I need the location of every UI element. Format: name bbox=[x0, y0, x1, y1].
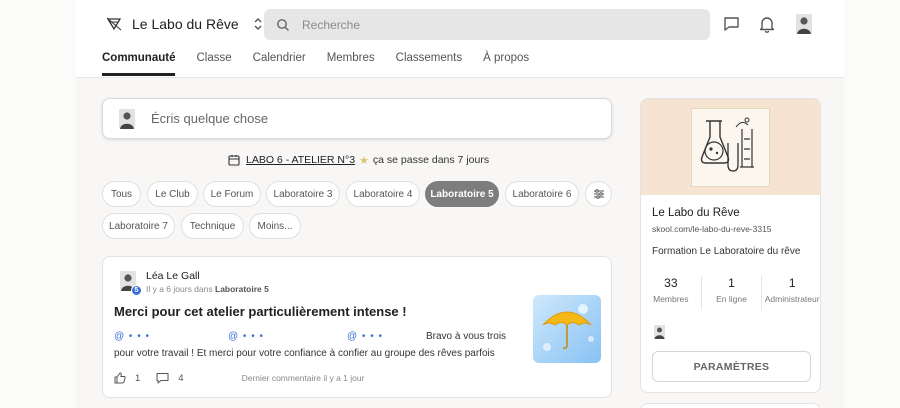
sidebar-community-url[interactable]: skool.com/le-labo-du-reve-3315 bbox=[652, 224, 772, 234]
sidebar-community-name: Le Labo du Rêve bbox=[652, 207, 740, 219]
stat-admins[interactable]: 1 Administrateur bbox=[762, 276, 820, 310]
post-meta-category[interactable]: Laboratoire 5 bbox=[215, 284, 269, 294]
stat-online-value: 1 bbox=[728, 276, 735, 290]
tab-membres[interactable]: Membres bbox=[327, 44, 375, 78]
mention-2[interactable]: @ • • • bbox=[228, 328, 264, 345]
composer-avatar bbox=[119, 108, 135, 129]
user-avatar[interactable] bbox=[796, 14, 812, 34]
top-header: Le Labo du Rêve Communauté Classe bbox=[76, 0, 844, 78]
search-input[interactable] bbox=[302, 17, 682, 32]
community-logo-icon bbox=[106, 17, 122, 31]
tab-calendrier[interactable]: Calendrier bbox=[253, 44, 306, 78]
post-meta: Il y a 6 jours dans Laboratoire 5 bbox=[146, 284, 269, 294]
post-body-line1-end: Bravo à vous trois bbox=[426, 331, 507, 342]
post-footer: 1 4 Dernier commentaire il y a 1 jour bbox=[114, 371, 364, 385]
post-composer[interactable]: Écris quelque chose bbox=[102, 98, 612, 139]
community-cover bbox=[641, 99, 820, 195]
event-link[interactable]: LABO 6 - ATELIER N°3 bbox=[246, 154, 355, 166]
post-card[interactable]: 5 Léa Le Gall Il y a 6 jours dans Labora… bbox=[102, 256, 612, 398]
chip-laboratoire-5[interactable]: Laboratoire 5 bbox=[425, 181, 499, 207]
post-body-line2: pour votre travail ! Et merci pour votre… bbox=[114, 348, 495, 359]
community-switcher[interactable]: Le Labo du Rêve bbox=[106, 13, 263, 35]
stat-admins-value: 1 bbox=[788, 276, 796, 290]
stat-online-label: En ligne bbox=[716, 294, 747, 304]
like-count: 1 bbox=[135, 372, 141, 384]
tab-classements[interactable]: Classements bbox=[396, 44, 462, 78]
search-icon bbox=[277, 18, 289, 31]
post-title[interactable]: Merci pour cet atelier particulièrement … bbox=[114, 304, 407, 319]
member-avatar[interactable] bbox=[654, 325, 665, 339]
mention-1[interactable]: @ • • • bbox=[114, 328, 150, 345]
upcoming-event-banner: LABO 6 - ATELIER N°3 ★ ça se passe dans … bbox=[228, 153, 489, 167]
post-author-name[interactable]: Léa Le Gall bbox=[146, 270, 200, 282]
settings-button[interactable]: PARAMÈTRES bbox=[652, 351, 811, 382]
search-bar[interactable] bbox=[264, 9, 710, 40]
like-icon[interactable] bbox=[114, 372, 126, 384]
stat-members-value: 33 bbox=[664, 276, 678, 290]
sidebar-next-card bbox=[640, 403, 821, 408]
calendar-icon bbox=[228, 155, 240, 166]
stat-members-label: Membres bbox=[653, 294, 689, 304]
chip-laboratoire-7[interactable]: Laboratoire 7 bbox=[102, 213, 175, 239]
sidebar-description: Formation Le Laboratoire du rêve bbox=[652, 246, 801, 257]
filter-settings-icon[interactable] bbox=[585, 181, 612, 207]
sparkle-icon: ★ bbox=[359, 154, 369, 167]
post-thumbnail[interactable] bbox=[533, 295, 601, 363]
lab-flasks-illustration bbox=[691, 108, 770, 187]
event-suffix: ça se passe dans 7 jours bbox=[372, 154, 490, 166]
chevron-up-down-icon bbox=[254, 18, 262, 30]
comment-count: 4 bbox=[178, 372, 184, 384]
main-tabs: Communauté Classe Calendrier Membres Cla… bbox=[102, 44, 550, 78]
post-meta-time: Il y a 6 jours dans bbox=[146, 284, 213, 294]
chip-technique[interactable]: Technique bbox=[181, 213, 244, 239]
mention-3[interactable]: @ • • • bbox=[347, 328, 383, 345]
chip-laboratoire-6[interactable]: Laboratoire 6 bbox=[505, 181, 579, 207]
chip-laboratoire-4[interactable]: Laboratoire 4 bbox=[346, 181, 420, 207]
community-sidebar-card: Le Labo du Rêve skool.com/le-labo-du-rev… bbox=[640, 98, 821, 393]
chip-laboratoire-3[interactable]: Laboratoire 3 bbox=[266, 181, 340, 207]
tab-classe[interactable]: Classe bbox=[196, 44, 231, 78]
tab-a-propos[interactable]: À propos bbox=[483, 44, 529, 78]
stat-admins-label: Administrateur bbox=[764, 294, 820, 304]
chat-icon[interactable] bbox=[721, 14, 741, 34]
stat-members[interactable]: 33 Membres bbox=[641, 276, 702, 310]
community-stats: 33 Membres 1 En ligne 1 Administrateur bbox=[641, 276, 820, 310]
comment-icon[interactable] bbox=[156, 372, 169, 384]
composer-placeholder: Écris quelque chose bbox=[151, 111, 269, 126]
page-margin-left bbox=[0, 0, 76, 408]
chip-le-forum[interactable]: Le Forum bbox=[203, 181, 261, 207]
community-name: Le Labo du Rêve bbox=[132, 16, 239, 32]
level-badge: 5 bbox=[131, 285, 142, 296]
stat-online[interactable]: 1 En ligne bbox=[702, 276, 763, 310]
chip-tous[interactable]: Tous bbox=[102, 181, 141, 207]
page-margin-right bbox=[844, 0, 900, 408]
post-body: @ • • • @ • • • @ • • • Bravo à vous tro… bbox=[114, 328, 522, 362]
chip-moins[interactable]: Moins... bbox=[249, 213, 301, 239]
chip-le-club[interactable]: Le Club bbox=[147, 181, 198, 207]
last-comment-time: Dernier commentaire il y a 1 jour bbox=[241, 373, 365, 383]
bell-icon[interactable] bbox=[757, 14, 777, 34]
tab-communaute[interactable]: Communauté bbox=[102, 44, 176, 78]
